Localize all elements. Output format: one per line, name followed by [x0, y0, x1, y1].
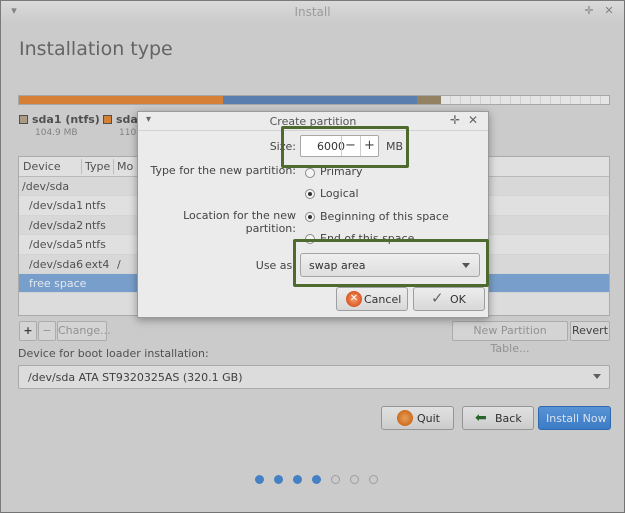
create-partition-dialog: ▾ Create partition ✛ ✕ Size: 6000 − + MB… — [137, 111, 489, 318]
dialog-close-icon[interactable]: ✕ — [468, 113, 478, 127]
radio-beginning-label[interactable]: Beginning of this space — [320, 210, 449, 223]
installer-window: Install ▾ ✛ ✕ Installation type sda1 (nt… — [0, 0, 625, 513]
dialog-pin-icon[interactable]: ✛ — [450, 113, 460, 127]
use-as-highlight-box — [293, 239, 489, 287]
ok-label: OK — [450, 293, 466, 306]
location-label: Location for the new partition: — [183, 209, 296, 235]
use-as-label: Use as: — [255, 259, 296, 272]
ok-button[interactable]: ✓ OK — [413, 287, 485, 311]
radio-beginning[interactable] — [305, 212, 315, 222]
radio-primary[interactable] — [305, 168, 315, 178]
cancel-button[interactable]: ✕ Cancel — [336, 287, 408, 311]
radio-logical[interactable] — [305, 189, 315, 199]
size-highlight-box — [281, 126, 409, 168]
type-label: Type for the new partition: — [150, 164, 296, 177]
checkmark-icon: ✓ — [431, 289, 444, 307]
cancel-label: Cancel — [364, 293, 402, 306]
radio-logical-label[interactable]: Logical — [320, 187, 359, 200]
cancel-icon: ✕ — [346, 291, 362, 307]
